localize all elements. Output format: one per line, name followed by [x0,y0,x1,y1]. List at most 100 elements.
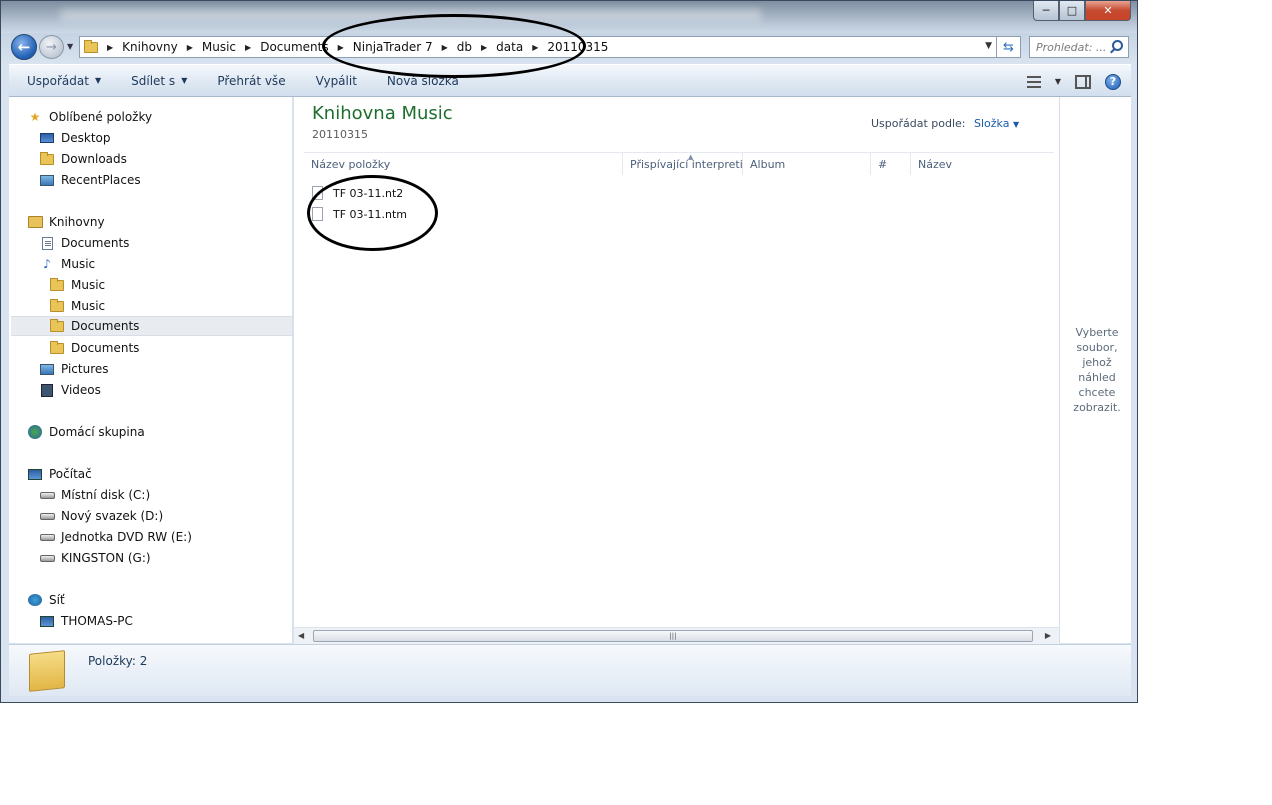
chevron-right-icon[interactable]: ▶ [338,43,344,52]
back-button[interactable]: ← [11,34,37,60]
preview-pane-icon[interactable] [1075,74,1091,89]
breadcrumb-music[interactable]: Music [202,40,236,54]
nav-desktop[interactable]: Desktop [39,128,111,148]
file-name: TF 03-11.nt2 [333,186,404,200]
nav-computer[interactable]: Počítač [27,464,92,484]
chevron-right-icon[interactable]: ▶ [532,43,538,52]
nav-music-folder-1[interactable]: Music [49,275,105,295]
file-row[interactable]: TF 03-11.ntm [312,204,407,224]
burn-button[interactable]: Vypálit [296,64,367,97]
share-label: Sdílet s [131,73,176,88]
column-album[interactable]: Album [742,153,870,175]
nav-libraries[interactable]: Knihovny [27,212,105,232]
nav-documents-folder-1[interactable]: Documents [11,316,292,336]
nav-recent-places[interactable]: RecentPlaces [39,170,141,190]
nav-label: Desktop [61,131,111,145]
nav-drive-c[interactable]: Místní disk (C:) [39,485,150,505]
nav-lib-music[interactable]: ♪ Music [39,254,95,274]
nav-network[interactable]: Síť [27,590,65,610]
column-name[interactable]: Název položky [304,153,622,175]
view-options-icon[interactable] [1026,75,1041,88]
nav-drive-e[interactable]: Jednotka DVD RW (E:) [39,527,192,547]
chevron-right-icon[interactable]: ▶ [442,43,448,52]
nav-pictures[interactable]: Pictures [39,359,109,379]
nav-music-folder-2[interactable]: Music [49,296,105,316]
title-bar[interactable] [1,1,1137,33]
nav-label: Videos [61,383,101,397]
arrange-by-value: Složka [974,117,1010,130]
desktop-icon [40,133,54,143]
details-pane: Položky: 2 [9,644,1131,696]
video-icon [41,383,53,397]
nav-label: KINGSTON (G:) [61,551,151,565]
nav-label: Nový svazek (D:) [61,509,164,523]
nav-homegroup[interactable]: Domácí skupina [27,422,145,442]
chevron-right-icon[interactable]: ▶ [187,43,193,52]
horizontal-scrollbar[interactable]: ◀ ||| ▶ [294,627,1059,644]
column-title[interactable]: Název [910,153,1054,175]
recent-pages-dropdown[interactable]: ▼ [67,42,73,51]
chevron-right-icon[interactable]: ▶ [107,43,113,52]
search-icon[interactable] [1112,40,1123,51]
arrange-by-label: Uspořádat podle: [871,117,966,130]
nav-label: RecentPlaces [61,173,141,187]
breadcrumb-knihovny[interactable]: Knihovny [122,40,178,54]
address-dropdown-icon[interactable]: ▼ [985,41,992,51]
organize-button[interactable]: Uspořádat ▼ [9,64,111,97]
new-folder-button[interactable]: Nová složka [367,64,469,97]
forward-button[interactable]: → [39,35,64,59]
close-button[interactable]: ✕ [1085,1,1131,21]
usb-drive-icon [39,554,55,562]
nav-documents-folder-2[interactable]: Documents [49,338,139,358]
folder-icon [50,298,64,312]
nav-label: Documents [61,236,130,250]
nav-downloads[interactable]: Downloads [39,149,127,169]
nav-drive-g[interactable]: KINGSTON (G:) [39,548,151,568]
address-bar[interactable]: ▶ Knihovny ▶ Music ▶ Documents ▶ NinjaTr… [79,36,997,58]
refresh-icon: ⇆ [1003,39,1014,55]
sort-ascending-icon: ▲ [688,153,694,161]
scroll-left-icon[interactable]: ◀ [298,631,304,640]
nav-videos[interactable]: Videos [39,380,101,400]
hard-drive-icon [39,491,55,499]
preview-pane: Vyberte soubor, jehož náhled chcete zobr… [1059,97,1131,643]
scroll-right-icon[interactable]: ▶ [1045,631,1051,640]
help-icon[interactable]: ? [1105,73,1121,90]
nav-drive-d[interactable]: Nový svazek (D:) [39,506,163,526]
nav-lib-documents[interactable]: Documents [39,233,129,253]
navigation-pane: ★ Oblíbené položky Desktop Downloads Rece… [9,97,293,643]
column-contributing-artists[interactable]: Přispívající interpreti [622,153,743,175]
scrollbar-thumb[interactable]: ||| [313,630,1033,642]
file-row[interactable]: TF 03-11.nt2 [312,183,403,203]
share-button[interactable]: Sdílet s ▼ [111,64,197,97]
nav-favorites[interactable]: ★ Oblíbené položky [27,107,152,127]
column-number[interactable]: # [870,153,910,175]
nav-label: Místní disk (C:) [61,488,151,502]
caret-down-icon[interactable]: ▼ [1055,77,1061,86]
file-icon [312,207,323,221]
homegroup-icon [28,425,42,439]
column-header: Název položky Přispívající interpreti Al… [304,152,1054,175]
recent-places-icon [40,174,54,186]
arrow-left-icon: ← [17,38,31,56]
breadcrumb-20110315[interactable]: 20110315 [547,40,608,54]
folder-icon [40,151,54,165]
breadcrumb-data[interactable]: data [496,40,523,54]
play-all-button[interactable]: Přehrát vše [197,64,295,97]
chevron-right-icon[interactable]: ▶ [481,43,487,52]
breadcrumb-documents[interactable]: Documents [260,40,328,54]
nav-label: Počítač [49,467,92,481]
chevron-right-icon[interactable]: ▶ [245,43,251,52]
breadcrumb-ninjatrader[interactable]: NinjaTrader 7 [353,40,433,54]
search-input[interactable] [1036,40,1110,54]
organize-label: Uspořádat [27,73,89,88]
minimize-button[interactable]: ─ [1033,1,1059,21]
library-title: Knihovna Music [312,103,453,124]
arrange-by-dropdown[interactable]: Složka ▼ [974,117,1019,130]
nav-thomas-pc[interactable]: THOMAS-PC [39,611,133,631]
breadcrumb-db[interactable]: db [457,40,472,54]
refresh-button[interactable]: ⇆ [997,36,1021,58]
search-box[interactable] [1029,36,1129,58]
maximize-button[interactable]: □ [1059,1,1085,21]
star-icon: ★ [29,110,41,124]
